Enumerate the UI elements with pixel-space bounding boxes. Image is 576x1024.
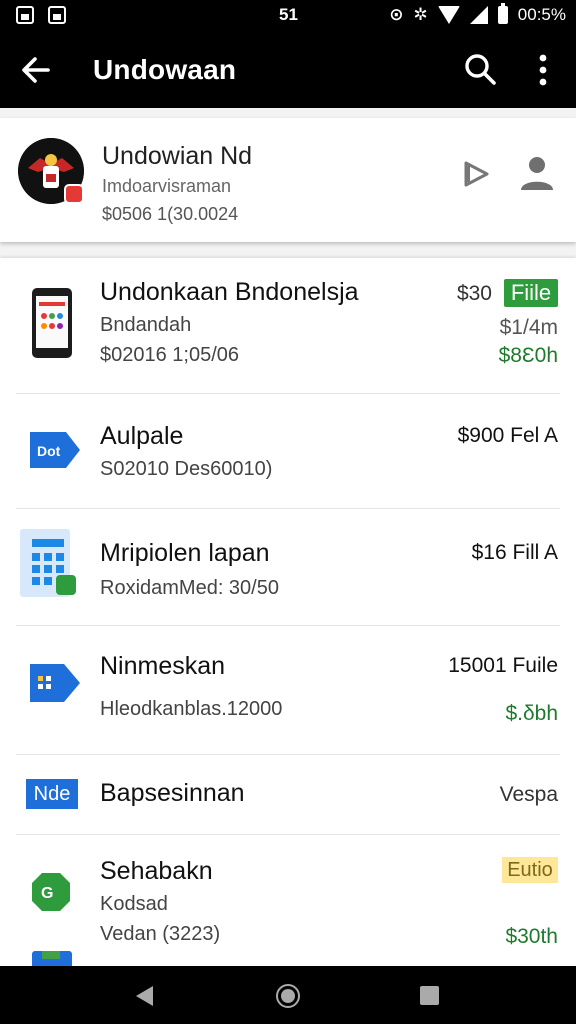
item-price: Vespa [499, 783, 558, 806]
list-item[interactable]: G Sehabakn Kodsad Vedan (3223) Eutio $30… [0, 835, 576, 966]
arrow-left-icon[interactable] [18, 52, 54, 88]
item-subtitle: RoxidamMed: 30/50 [100, 577, 279, 599]
more-vert-icon[interactable] [528, 50, 558, 90]
status-right-icons: ⊙ ✲ 00:5% [389, 3, 566, 25]
item-list: Undonkaan Bndonelsja Bndandah $02016 1;0… [0, 258, 576, 966]
profile-card[interactable]: Undowian Nd Imdoarvisraman $0506 1(30.00… [0, 118, 576, 242]
status-center-text: 51 [279, 5, 298, 24]
signal-icon [469, 6, 488, 24]
slides-tag-icon [30, 664, 80, 702]
item-title: Undonkaan Bndonelsja [100, 278, 359, 306]
calculator-app-icon [20, 529, 76, 597]
status-notification-icons [16, 6, 66, 24]
vibrate-icon: ✲ [413, 5, 428, 24]
profile-subtitle: Imdoarvisraman [102, 176, 232, 196]
file-badge[interactable]: Fiile [504, 279, 558, 307]
list-item[interactable]: Dot Aulpale S02010 Des60010) $900 Fel A [0, 394, 576, 509]
avatar-badge-icon [64, 184, 84, 204]
search-icon[interactable] [462, 51, 498, 87]
status-badge: Eutio [502, 857, 558, 883]
item-subtitle: Hleodkanblas.12000 [100, 698, 283, 720]
nde-tag-icon: Nde [26, 779, 78, 809]
item-title: Mripiolen lapan [100, 539, 270, 567]
image-notification-icon [48, 6, 66, 24]
status-bar: 51 ⊙ ✲ 00:5% [0, 0, 576, 32]
item-date: $02016 1;05/06 [100, 344, 240, 366]
wifi-icon [437, 6, 460, 24]
item-price: 15001 Fuile [448, 654, 558, 677]
person-icon[interactable] [518, 154, 556, 194]
phone-icon [32, 288, 72, 358]
item-title: Ninmeskan [100, 652, 226, 680]
app-tile-icon: G [32, 873, 70, 911]
profile-name: Undowian Nd [102, 142, 253, 170]
list-item[interactable]: Undonkaan Bndonelsja Bndandah $02016 1;0… [0, 258, 576, 394]
partial-app-icon [32, 951, 72, 966]
item-title: Sehabakn [100, 857, 213, 885]
play-icon[interactable] [460, 158, 492, 190]
status-time: 00:5% [517, 5, 566, 24]
video-tag-icon: Dot [30, 432, 80, 468]
nav-home-icon[interactable] [276, 984, 300, 1008]
item-title: Aulpale [100, 422, 184, 450]
item-price: $16 Fill A [471, 541, 558, 564]
system-nav-bar [0, 966, 576, 1024]
item-subtitle: Bndandah [100, 314, 192, 336]
item-subtitle: Kodsad [100, 893, 168, 915]
item-price-green: $8Ɛ0h [498, 344, 558, 367]
app-bar: Undowaan [0, 32, 576, 108]
item-subtitle: S02010 Des60010) [100, 458, 273, 480]
item-date: Vedan (3223) [100, 923, 221, 945]
item-price: $900 Fel A [457, 424, 558, 447]
list-item[interactable]: Nde Bapsesinnan Vespa [0, 755, 576, 835]
item-title: Bapsesinnan [100, 779, 245, 807]
page-title: Undowaan [93, 54, 237, 85]
item-price: $30 [456, 282, 492, 305]
item-price-green: $.δbh [505, 702, 558, 725]
nav-back-icon[interactable] [136, 986, 153, 1006]
battery-icon [497, 3, 508, 24]
svg-text:G: G [41, 885, 53, 902]
profile-meta: $0506 1(30.0024 [102, 204, 239, 224]
notification-icon [16, 6, 34, 24]
item-price-secondary: $1/4m [499, 316, 558, 339]
nav-recents-icon[interactable] [420, 986, 439, 1005]
item-price-green: $30th [505, 925, 558, 948]
sync-icon: ⊙ [389, 5, 404, 24]
list-item[interactable]: Mripiolen lapan RoxidamMed: 30/50 $16 Fi… [0, 509, 576, 626]
svg-text:Dot: Dot [37, 443, 61, 459]
list-item[interactable]: Ninmeskan Hleodkanblas.12000 15001 Fuile… [0, 626, 576, 755]
